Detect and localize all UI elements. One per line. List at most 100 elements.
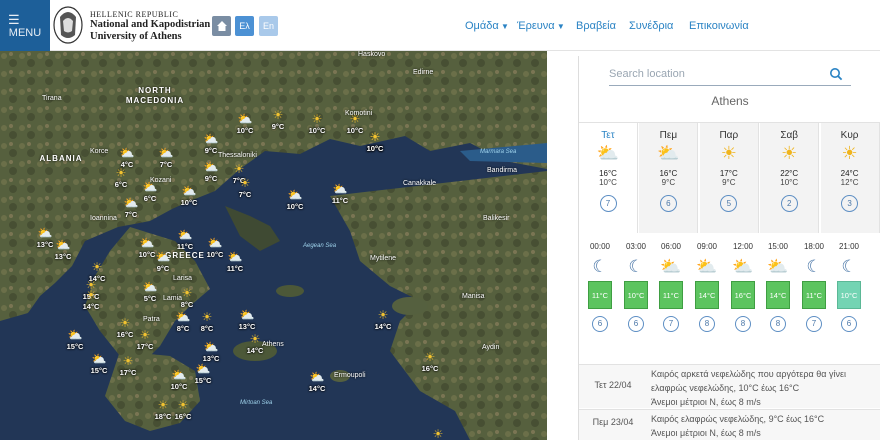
day-tab-4[interactable]: Σαβ ☀ 22°C 10°C 2: [760, 123, 820, 233]
weather-marker[interactable]: ⛅ 14°C: [302, 371, 332, 393]
weather-marker[interactable]: ☀20°C: [423, 428, 453, 440]
day-tab-3[interactable]: Παρ ☀ 17°C 9°C 5: [699, 123, 759, 233]
cloudy-icon: ⛅: [332, 182, 348, 196]
hour-time: 15:00: [767, 242, 789, 251]
lang-el-button[interactable]: Ελ: [235, 16, 254, 36]
weather-marker[interactable]: ⛅ 10°C: [174, 185, 204, 207]
weather-marker[interactable]: ⛅ 7°C: [116, 197, 146, 219]
marker-temp: 5°C: [143, 294, 157, 303]
weather-marker[interactable]: ⛅ 10°C: [230, 113, 260, 135]
home-button[interactable]: [212, 16, 231, 36]
marker-temp: 16°C: [174, 412, 192, 421]
nav-item-1[interactable]: Ομάδα ▼: [465, 20, 509, 32]
hour-0600: 06:00 ⛅ 11°C 7: [654, 242, 688, 332]
cloudy-icon: ⛅: [237, 112, 253, 126]
nav-item-2[interactable]: Έρευνα ▼: [517, 20, 565, 32]
day-tab-5[interactable]: Κυρ ☀ 24°C 12°C 3: [820, 123, 880, 233]
hour-0000: 00:00 ☾ 11°C 6: [583, 242, 617, 332]
weather-marker[interactable]: ⛅ 13°C: [232, 309, 262, 331]
city-label: Bandirma: [487, 167, 517, 174]
marker-temp: 10°C: [308, 126, 326, 135]
wind-icon: 3: [841, 195, 859, 212]
weather-marker[interactable]: ⛅ 9°C: [196, 133, 226, 155]
hour-0900: 09:00 ⛅ 14°C 8: [690, 242, 724, 332]
hour-1200: 12:00 ⛅ 16°C 8: [726, 242, 760, 332]
weather-marker[interactable]: ☀ 16°C: [415, 351, 445, 373]
weather-marker[interactable]: ⛅ 10°C: [280, 189, 310, 211]
partly-sunny-icon: ☀: [720, 143, 737, 163]
partly-sunny-icon: ⛅: [596, 143, 620, 163]
weather-marker[interactable]: ⛅ 5°C: [135, 281, 165, 303]
weather-marker[interactable]: ☀ 8°C: [192, 311, 222, 333]
wind-icon: 6: [592, 316, 608, 332]
sun-icon: ☀: [432, 427, 444, 440]
marker-temp: 7°C: [124, 210, 138, 219]
weather-marker[interactable]: ⛅ 11°C: [220, 251, 250, 273]
sun-icon: ⛅: [660, 257, 682, 276]
sun-icon: ⛅: [732, 257, 754, 276]
day-tab-2[interactable]: Πεμ ⛅ 16°C 9°C 6: [639, 123, 699, 233]
weather-marker[interactable]: ☀ 10°C: [302, 113, 332, 135]
weather-marker[interactable]: ☀ 8°C: [172, 287, 202, 309]
marker-temp: 14°C: [374, 322, 392, 331]
marker-temp: 8°C: [180, 300, 194, 309]
weather-marker[interactable]: ⛅ 15°C: [60, 329, 90, 351]
wind-icon: 8: [735, 316, 751, 332]
weather-marker[interactable]: ☀ 14°C: [76, 289, 106, 311]
weather-marker[interactable]: ⛅ 11°C: [170, 229, 200, 251]
weather-marker[interactable]: ☀ 10°C: [360, 131, 390, 153]
country-label: ALBANIA: [39, 154, 83, 163]
weather-marker[interactable]: ⛅ 11°C: [325, 183, 355, 205]
day-name: Τετ: [601, 130, 615, 141]
lang-en-button[interactable]: En: [259, 16, 278, 36]
description-wind: Άνεμοι μέτριοι Ν, έως 8 m/s: [651, 428, 761, 438]
weather-marker[interactable]: ☀ 9°C: [263, 109, 293, 131]
moon-icon: ☾: [806, 257, 822, 276]
moon-icon: ☾: [628, 257, 644, 276]
nav-item-4[interactable]: Συνέδρια: [629, 20, 673, 32]
nav-item-3[interactable]: Βραβεία: [576, 20, 616, 32]
day-tab-1[interactable]: Τετ ⛅ 16°C 10°C 7: [579, 123, 638, 233]
weather-marker[interactable]: ⛅ 15°C: [84, 353, 114, 375]
weather-marker[interactable]: ☀ 14°C: [368, 309, 398, 331]
uni-line1: HELLENIC REPUBLIC: [90, 10, 179, 19]
weather-marker[interactable]: ☀ 17°C: [113, 355, 143, 377]
weather-marker[interactable]: ⛅ 9°C: [148, 251, 178, 273]
search-input[interactable]: [609, 64, 824, 84]
city-label: Tirana: [42, 95, 62, 102]
day-high: 16°C: [599, 169, 617, 178]
marker-temp: 11°C: [176, 242, 194, 251]
menu-button[interactable]: ☰ MENU: [0, 0, 50, 51]
cloudy-icon: ⛅: [239, 308, 255, 322]
nav-label: Βραβεία: [576, 20, 616, 32]
marker-temp: 17°C: [136, 342, 154, 351]
weather-marker[interactable]: ⛅ 9°C: [196, 161, 226, 183]
marker-temp: 15°C: [90, 366, 108, 375]
hour-time: 21:00: [838, 242, 860, 251]
nav-label: Έρευνα: [517, 20, 555, 32]
weather-marker[interactable]: ⛅ 15°C: [188, 363, 218, 385]
wind-icon: 6: [628, 316, 644, 332]
weather-marker[interactable]: ⛅ 13°C: [196, 341, 226, 363]
weather-marker[interactable]: ⛅ 13°C: [48, 239, 78, 261]
weather-marker[interactable]: ☀ 7°C: [230, 177, 260, 199]
nav-item-5[interactable]: Επικοινωνία: [689, 20, 749, 32]
marker-temp: 10°C: [236, 126, 254, 135]
marker-temp: 9°C: [156, 264, 170, 273]
search-icon[interactable]: [829, 67, 843, 81]
hour-2100: 21:00 ☾ 10°C 6: [832, 242, 866, 332]
weather-marker[interactable]: ☀ 17°C: [130, 329, 160, 351]
weather-marker[interactable]: ☀ 14°C: [240, 333, 270, 355]
wind-icon: 6: [659, 195, 677, 212]
weather-marker[interactable]: ☀ 6°C: [106, 167, 136, 189]
nav-label: Επικοινωνία: [689, 20, 749, 32]
day-high: 16°C: [659, 169, 678, 178]
caret-down-icon: ▼: [498, 22, 509, 31]
weather-marker[interactable]: ⛅ 7°C: [151, 147, 181, 169]
city-label: Larisa: [173, 275, 193, 282]
home-icon: [216, 21, 227, 31]
weather-map[interactable]: NORTH MACEDONIA ALBANIA GREECE Haskovo Edirn…: [0, 51, 547, 440]
weather-marker[interactable]: ☀ 16°C: [168, 399, 198, 421]
marker-temp: 8°C: [200, 324, 214, 333]
cloudy-icon: ⛅: [207, 236, 223, 250]
